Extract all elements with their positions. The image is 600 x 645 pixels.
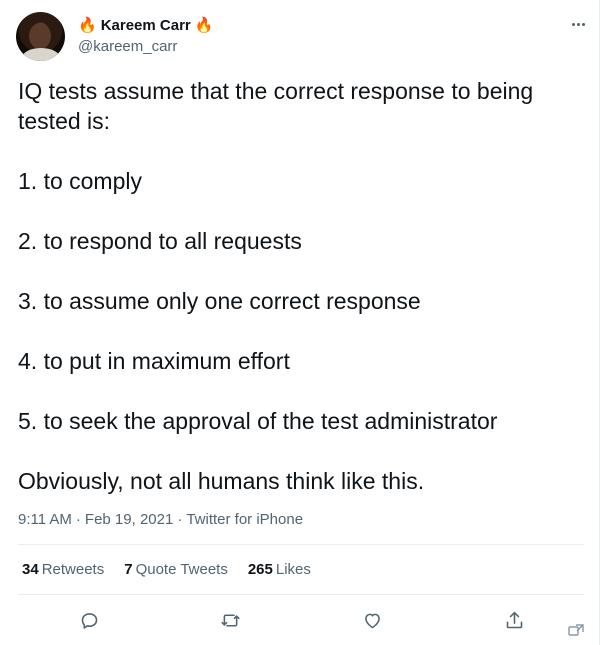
share-button[interactable]	[498, 604, 530, 636]
fire-emoji-right: 🔥	[194, 17, 214, 34]
likes-label: Likes	[275, 561, 311, 578]
likes-stat[interactable]: 265 Likes	[248, 561, 311, 579]
like-button[interactable]	[356, 604, 388, 636]
retweet-button[interactable]	[214, 604, 246, 636]
tweet-item-3: 3. to assume only one correct response	[18, 288, 421, 314]
tweet-card: 🔥 Kareem Carr 🔥 @kareem_carr IQ tests as…	[0, 0, 600, 645]
tweet-client[interactable]: Twitter for iPhone	[186, 511, 303, 529]
tweet-item-5: 5. to seek the approval of the test admi…	[18, 408, 498, 434]
tweet-meta: 9:11 AM · Feb 19, 2021 · Twitter for iPh…	[18, 511, 303, 529]
more-icon[interactable]	[568, 18, 588, 30]
tweet-time[interactable]: 9:11 AM	[18, 511, 72, 529]
more-dot	[571, 22, 575, 26]
divider	[18, 544, 584, 545]
tweet-item-1: 1. to comply	[18, 168, 142, 194]
avatar-shirt	[22, 48, 60, 61]
tweet-item-2: 2. to respond to all requests	[18, 228, 302, 254]
name-row[interactable]: 🔥 Kareem Carr 🔥	[78, 16, 213, 36]
tweet-outro: Obviously, not all humans think like thi…	[18, 468, 425, 494]
reply-icon	[81, 612, 97, 629]
likes-count: 265	[247, 561, 273, 578]
share-icon	[506, 611, 522, 628]
retweets-stat[interactable]: 34 Retweets	[22, 561, 104, 579]
more-dot	[576, 22, 580, 26]
quote-tweets-label: Quote Tweets	[135, 561, 228, 578]
display-name[interactable]: Kareem Carr	[101, 17, 191, 35]
fire-emoji-left: 🔥	[78, 17, 97, 34]
retweets-count: 34	[22, 561, 39, 578]
tweet-text: IQ tests assume that the correct respons…	[18, 76, 578, 496]
avatar[interactable]	[16, 12, 65, 61]
avatar-face	[29, 23, 51, 49]
retweets-label: Retweets	[41, 561, 105, 578]
tweet-date[interactable]: Feb 19, 2021	[85, 511, 173, 529]
meta-separator: ·	[177, 511, 183, 528]
user-handle[interactable]: @kareem_carr	[78, 38, 177, 56]
divider	[18, 594, 584, 595]
tweet-stats: 34 Retweets 7 Quote Tweets 265 Likes	[22, 561, 311, 579]
more-dot	[581, 22, 585, 26]
tweet-item-4: 4. to put in maximum effort	[18, 348, 290, 374]
meta-separator: ·	[75, 511, 81, 528]
quote-tweets-stat[interactable]: 7 Quote Tweets	[124, 561, 228, 579]
cursor-overlay-icon	[567, 623, 585, 639]
tweet-intro: IQ tests assume that the correct respons…	[18, 78, 534, 134]
tweet-header: 🔥 Kareem Carr 🔥 @kareem_carr	[16, 12, 592, 62]
tweet-actions	[18, 604, 584, 636]
quote-tweets-count: 7	[124, 561, 133, 578]
like-icon	[364, 613, 380, 628]
retweet-icon	[220, 613, 240, 627]
reply-button[interactable]	[73, 604, 105, 636]
